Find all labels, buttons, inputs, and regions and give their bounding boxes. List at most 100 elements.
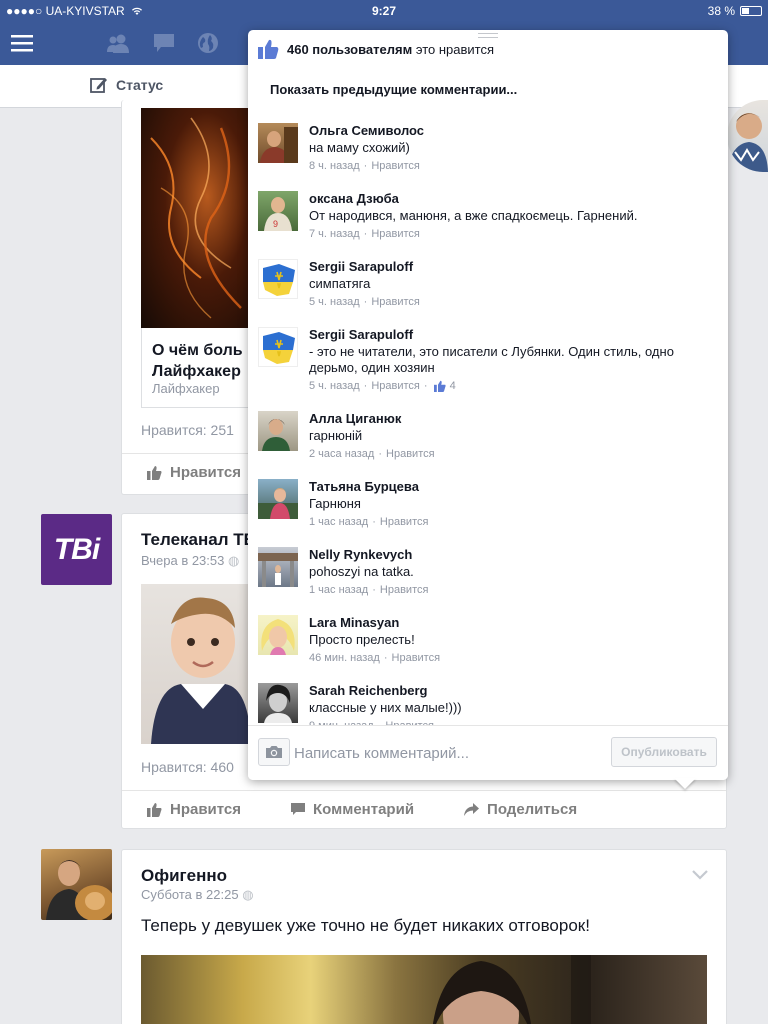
post-actions: Нравится (147, 464, 241, 481)
comment-avatar[interactable] (258, 123, 298, 163)
friends-icon[interactable] (104, 30, 132, 56)
comment-item: Nelly Rynkevych pohoszyi na tatka. 1 час… (258, 547, 723, 615)
comment-like-link[interactable]: Нравится (371, 160, 420, 172)
post-actions: Нравится Комментарий Поделиться (147, 801, 577, 818)
status-bar: ●●●●○ UA-KYIVSTAR 9:27 38 % (0, 0, 768, 22)
comment-text: симпатяга (309, 276, 371, 291)
comment-avatar[interactable] (258, 615, 298, 655)
messages-icon[interactable] (150, 30, 178, 56)
likes-count[interactable]: Нравится: 251 (141, 422, 234, 438)
tbi-logo: TBi (53, 532, 100, 566)
comment-time[interactable]: 1 час назад (309, 584, 368, 596)
thumbs-up-icon (147, 466, 162, 480)
comment-author[interactable]: Lara Minasyan (309, 615, 399, 630)
comment-author[interactable]: Sergii Sarapuloff (309, 259, 413, 274)
post-card-ofigenno: Офигенно Суббота в 22:25 ◍ Теперь у деву… (121, 849, 727, 1024)
chat-head-avatar[interactable] (727, 100, 768, 172)
comment-meta: 5 ч. назад · Нравится · 4 (309, 380, 456, 392)
comment-avatar[interactable] (258, 683, 298, 723)
comment-like-link[interactable]: Нравится (380, 584, 429, 596)
comment-label: Комментарий (313, 801, 415, 818)
comment-meta: 1 час назад · Нравится (309, 584, 429, 596)
publish-button[interactable]: Опубликовать (611, 737, 717, 767)
comment-like-link[interactable]: Нравится (380, 516, 429, 528)
menu-icon[interactable] (8, 30, 36, 56)
likes-count[interactable]: Нравится: 460 (141, 759, 234, 775)
chevron-down-icon[interactable] (692, 870, 708, 880)
post-time[interactable]: Суббота в 22:25 ◍ (141, 887, 254, 903)
share-label: Поделиться (487, 801, 578, 818)
comment-like-link[interactable]: Нравится (392, 652, 441, 664)
comment-time[interactable]: 8 ч. назад (309, 160, 360, 172)
ofigenno-avatar[interactable] (41, 849, 112, 920)
comment-item: Sergii Sarapuloff - это не читатели, это… (258, 327, 723, 407)
comment-text: классные у них малые!))) (309, 700, 462, 715)
like-button[interactable]: Нравится (147, 464, 241, 481)
comment-time[interactable]: 5 ч. назад (309, 380, 360, 392)
comment-like-count[interactable]: 4 (450, 380, 456, 392)
comment-item: Татьяна Бурцева Гарнюня 1 час назад · Нрав… (258, 479, 723, 547)
like-label: Нравится (170, 801, 242, 818)
comment-like-link[interactable]: Нравится (371, 296, 420, 308)
show-previous-comments-link[interactable]: Показать предыдущие комментарии... (270, 82, 517, 97)
comment-text: - это не читатели, это писатели с Лубянк… (309, 344, 674, 375)
post-video-thumbnail[interactable] (141, 955, 707, 1024)
comment-avatar[interactable]: 9 (258, 191, 298, 231)
comment-author[interactable]: Nelly Rynkevych (309, 547, 412, 562)
drag-handle[interactable] (478, 33, 498, 38)
globe-small-icon: ◍ (228, 553, 240, 568)
comment-time[interactable]: 1 час назад (309, 516, 368, 528)
comment-avatar[interactable] (258, 411, 298, 451)
like-button[interactable]: Нравится (147, 801, 241, 818)
share-button[interactable]: Поделиться (464, 801, 577, 818)
comment-button[interactable]: Комментарий (291, 801, 414, 818)
comment-like-link[interactable]: Нравится (386, 448, 435, 460)
clock: 9:27 (371, 4, 397, 18)
comment-avatar[interactable] (258, 327, 298, 367)
comment-item: Алла Циганюк гарнюній 2 часа назад · Нрави… (258, 411, 723, 479)
comment-item: 9 оксана Дзюба От народився, манюня, а в… (258, 191, 723, 259)
comment-compose-bar: Опубликовать (248, 725, 728, 780)
battery-icon (740, 6, 762, 16)
comment-avatar[interactable] (258, 259, 298, 299)
comment-author[interactable]: Ольга Семиволос (309, 123, 424, 138)
comment-like-link[interactable]: Нравится (371, 380, 420, 392)
post-author[interactable]: Офигенно (141, 866, 227, 886)
status-button[interactable]: Статус (90, 76, 163, 94)
camera-button[interactable] (258, 738, 290, 766)
comment-author[interactable]: Sarah Reichenberg (309, 683, 428, 698)
comment-input[interactable] (294, 740, 604, 766)
comment-time[interactable]: 2 часа назад (309, 448, 374, 460)
comment-time[interactable]: 5 ч. назад (309, 296, 360, 308)
comment-icon (291, 803, 306, 815)
comment-time[interactable]: 7 ч. назад (309, 228, 360, 240)
link-source: Лайфхакер (152, 381, 220, 396)
likes-summary[interactable]: 460 пользователям это нравится (258, 39, 494, 60)
comment-meta: 7 ч. назад · Нравится (309, 228, 420, 240)
comment-avatar[interactable] (258, 547, 298, 587)
comment-meta: 8 ч. назад · Нравится (309, 160, 420, 172)
comments-popup: 460 пользователям это нравится Показать … (248, 30, 728, 780)
post-author[interactable]: Телеканал ТЕ (141, 530, 255, 550)
comment-meta: 2 часа назад · Нравится (309, 448, 435, 460)
post-time[interactable]: Вчера в 23:53 ◍ (141, 553, 239, 569)
link-preview[interactable]: О чём боль Лайфхакер Лайфхакер (141, 328, 262, 408)
post-image-baby[interactable] (141, 584, 251, 744)
post-text: Теперь у девушек уже точно не будет ника… (141, 916, 590, 935)
comment-like-link[interactable]: Нравится (371, 228, 420, 240)
tbi-avatar[interactable]: TBi (41, 514, 112, 585)
comment-time[interactable]: 46 мин. назад (309, 652, 380, 664)
comment-text: гарнюній (309, 428, 363, 443)
comment-author[interactable]: Sergii Sarapuloff (309, 327, 413, 342)
comment-author[interactable]: Татьяна Бурцева (309, 479, 419, 494)
comment-author[interactable]: Алла Циганюк (309, 411, 401, 426)
thumbs-up-icon (433, 380, 446, 392)
comment-avatar[interactable] (258, 479, 298, 519)
post-image-fire[interactable] (141, 108, 251, 328)
comment-author[interactable]: оксана Дзюба (309, 191, 399, 206)
comment-item: Lara Minasyan Просто прелесть! 46 мин. н… (258, 615, 723, 683)
thumbs-up-icon (147, 803, 162, 817)
comment-meta: 1 час назад · Нравится (309, 516, 429, 528)
like-label: Нравится (170, 464, 242, 481)
globe-icon[interactable] (194, 30, 222, 56)
